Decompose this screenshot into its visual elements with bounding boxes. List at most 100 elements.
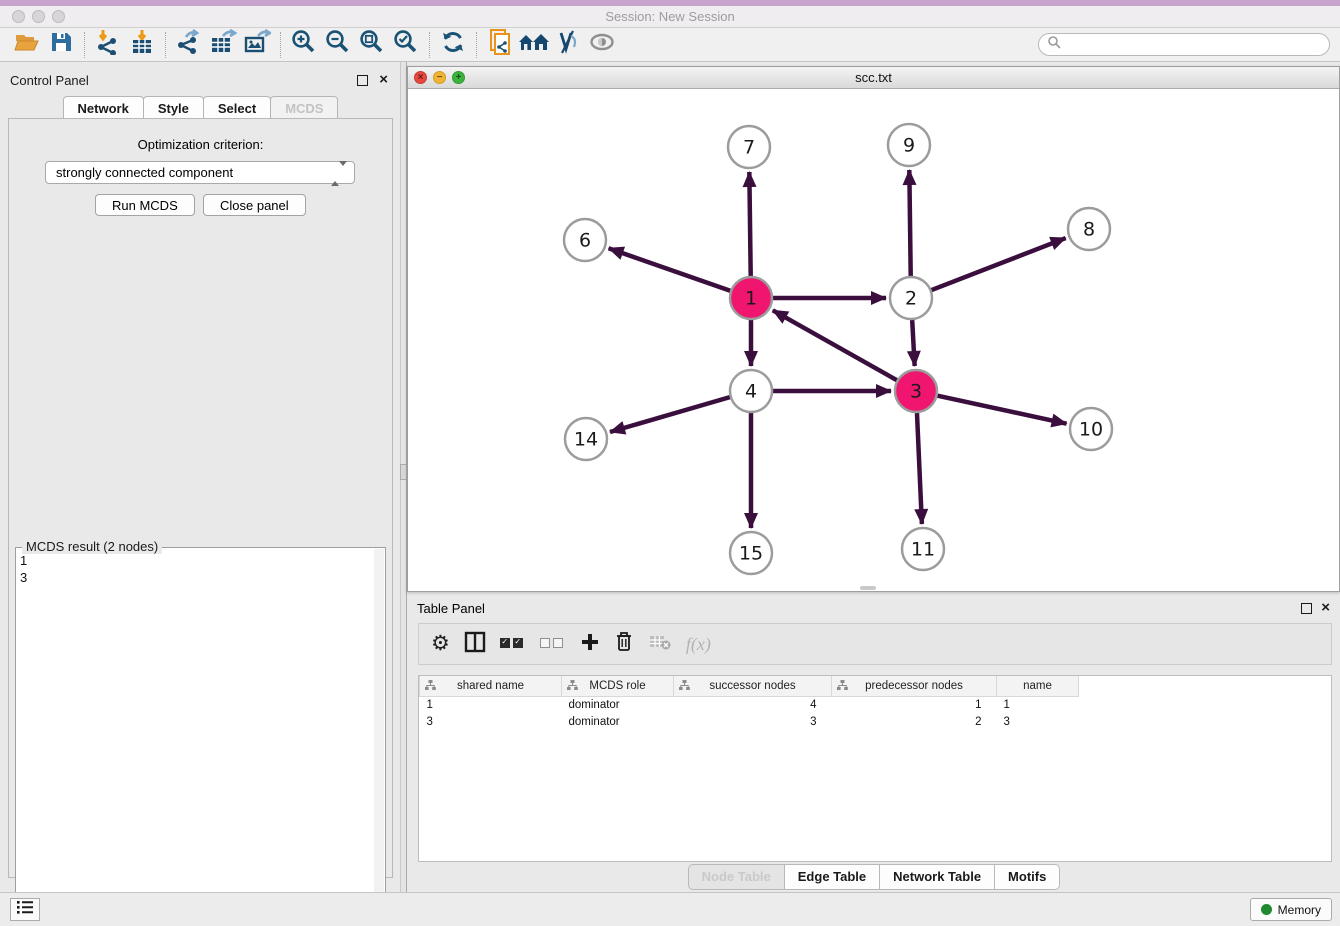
import-table-icon [129, 29, 155, 60]
cell-name[interactable]: 3 [997, 713, 1079, 730]
tab-motifs[interactable]: Motifs [994, 864, 1060, 890]
show-columns-button[interactable] [464, 629, 486, 659]
zoom-in-button[interactable] [287, 30, 321, 60]
toolbar-separator [165, 32, 166, 58]
node-8[interactable]: 8 [1068, 208, 1110, 250]
float-panel-icon[interactable] [357, 75, 368, 86]
edge-1-7[interactable] [749, 172, 750, 276]
zoom-selected-button[interactable] [389, 30, 423, 60]
cell-MCDS-role[interactable]: dominator [562, 713, 674, 730]
close-panel-icon[interactable]: × [379, 71, 388, 89]
refresh-layout-button[interactable] [436, 30, 470, 60]
import-table-button[interactable] [125, 30, 159, 60]
mcds-panel-body: Optimization criterion: strongly connect… [8, 118, 393, 878]
node-4[interactable]: 4 [730, 370, 772, 412]
cell-successor-nodes[interactable]: 4 [674, 696, 832, 713]
close-table-panel-icon[interactable]: × [1321, 599, 1330, 617]
zoom-out-button[interactable] [321, 30, 355, 60]
table-row[interactable]: 3dominator323 [420, 713, 1332, 730]
network-hscrollbar[interactable] [860, 586, 876, 590]
select-all-columns-button[interactable] [500, 629, 526, 659]
export-table-button[interactable] [206, 30, 240, 60]
edge-3-1[interactable] [773, 310, 897, 380]
node-6[interactable]: 6 [564, 219, 606, 261]
edge-3-10[interactable] [937, 396, 1066, 424]
export-image-button[interactable] [240, 30, 274, 60]
tab-node-table[interactable]: Node Table [688, 864, 785, 890]
tab-edge-table[interactable]: Edge Table [784, 864, 880, 890]
home-button[interactable] [517, 30, 551, 60]
table-panel-title: Table Panel [417, 601, 485, 616]
tab-network-table[interactable]: Network Table [879, 864, 995, 890]
select-value: strongly connected component [56, 165, 233, 180]
edge-2-3[interactable] [912, 320, 914, 366]
node-10[interactable]: 10 [1070, 408, 1112, 450]
node-11[interactable]: 11 [902, 528, 944, 570]
column-header-MCDS-role[interactable]: MCDS role [562, 676, 674, 696]
cell-shared-name[interactable]: 1 [420, 696, 562, 713]
node-15[interactable]: 15 [730, 532, 772, 574]
delete-table-icon [648, 632, 672, 657]
cell-predecessor-nodes[interactable]: 1 [832, 696, 997, 713]
clone-network-button[interactable] [483, 30, 517, 60]
cell-successor-nodes[interactable]: 3 [674, 713, 832, 730]
search-field[interactable] [1038, 33, 1330, 56]
hide-vizmap-button[interactable] [551, 30, 585, 60]
cell-predecessor-nodes[interactable]: 2 [832, 713, 997, 730]
panel-divider[interactable] [400, 62, 407, 892]
search-input[interactable] [1061, 38, 1329, 52]
window-traffic-lights[interactable] [12, 10, 72, 28]
memory-button[interactable]: Memory [1250, 898, 1332, 921]
node-7[interactable]: 7 [728, 126, 770, 168]
zoom-window-icon[interactable] [52, 10, 65, 23]
column-header-predecessor-nodes[interactable]: predecessor nodes [832, 676, 997, 696]
window-titlebar: Session: New Session [0, 6, 1340, 28]
column-header-successor-nodes[interactable]: successor nodes [674, 676, 832, 696]
import-network-button[interactable] [91, 30, 125, 60]
network-window-titlebar[interactable]: × − + scc.txt [408, 67, 1339, 89]
function-builder-button[interactable]: f(x) [686, 629, 711, 659]
close-panel-button[interactable]: Close panel [203, 194, 306, 216]
node-9[interactable]: 9 [888, 124, 930, 166]
node-3[interactable]: 3 [895, 370, 937, 412]
delete-column-button[interactable] [614, 629, 634, 659]
column-header-name[interactable]: name [997, 676, 1079, 696]
run-mcds-button[interactable]: Run MCDS [95, 194, 195, 216]
edge-2-9[interactable] [909, 170, 910, 276]
cell-name[interactable]: 1 [997, 696, 1079, 713]
network-maximize-icon[interactable]: + [452, 71, 465, 84]
table-row[interactable]: 1dominator411 [420, 696, 1332, 713]
network-close-icon[interactable]: × [414, 71, 427, 84]
zoom-selected-icon [393, 29, 419, 60]
create-column-button[interactable] [580, 629, 600, 659]
table-settings-button[interactable]: ⚙ [431, 629, 450, 659]
node-2[interactable]: 2 [890, 277, 932, 319]
export-network-button[interactable] [172, 30, 206, 60]
open-session-button[interactable] [10, 30, 44, 60]
column-header-shared-name[interactable]: shared name [420, 676, 562, 696]
export-image-icon [243, 29, 271, 60]
minimize-window-icon[interactable] [32, 10, 45, 23]
mcds-result-scrollbar[interactable] [374, 549, 384, 923]
save-session-button[interactable] [44, 30, 78, 60]
show-hide-graphics-button[interactable] [585, 30, 619, 60]
zoom-fit-button[interactable] [355, 30, 389, 60]
mcds-result-text: 1 3 [20, 552, 371, 920]
cell-shared-name[interactable]: 3 [420, 713, 562, 730]
edge-3-11[interactable] [917, 413, 922, 524]
network-canvas[interactable]: 7 9 6 8 1 2 4 3 14 10 15 11 [408, 89, 1339, 591]
float-table-panel-icon[interactable] [1301, 603, 1312, 614]
node-1[interactable]: 1 [730, 277, 772, 319]
delete-table-button[interactable] [648, 629, 672, 659]
network-minimize-icon[interactable]: − [433, 71, 446, 84]
node-14[interactable]: 14 [565, 418, 607, 460]
edge-2-8[interactable] [932, 238, 1066, 290]
optimization-criterion-select[interactable]: strongly connected component [45, 161, 355, 184]
cell-MCDS-role[interactable]: dominator [562, 696, 674, 713]
panel-divider-handle[interactable] [400, 464, 407, 480]
close-window-icon[interactable] [12, 10, 25, 23]
unselect-all-columns-button[interactable] [540, 629, 566, 659]
task-history-button[interactable] [10, 898, 40, 921]
edge-1-6[interactable] [609, 248, 731, 290]
edge-4-14[interactable] [610, 397, 730, 432]
